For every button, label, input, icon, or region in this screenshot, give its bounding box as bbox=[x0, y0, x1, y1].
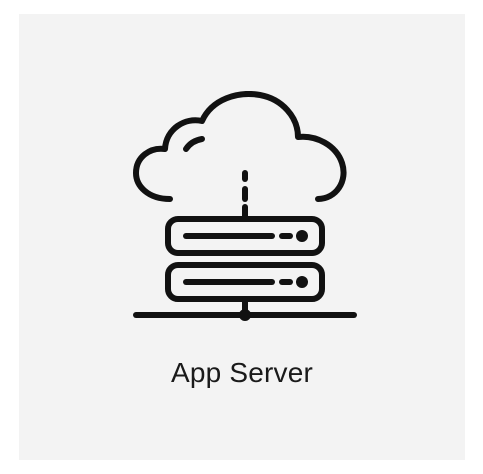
cloud-shape bbox=[133, 91, 347, 202]
cloud-server-icon bbox=[130, 91, 360, 327]
card-label: App Server bbox=[170, 357, 314, 388]
app-server-card[interactable]: App Server bbox=[19, 14, 465, 460]
page: App Server bbox=[0, 0, 483, 474]
